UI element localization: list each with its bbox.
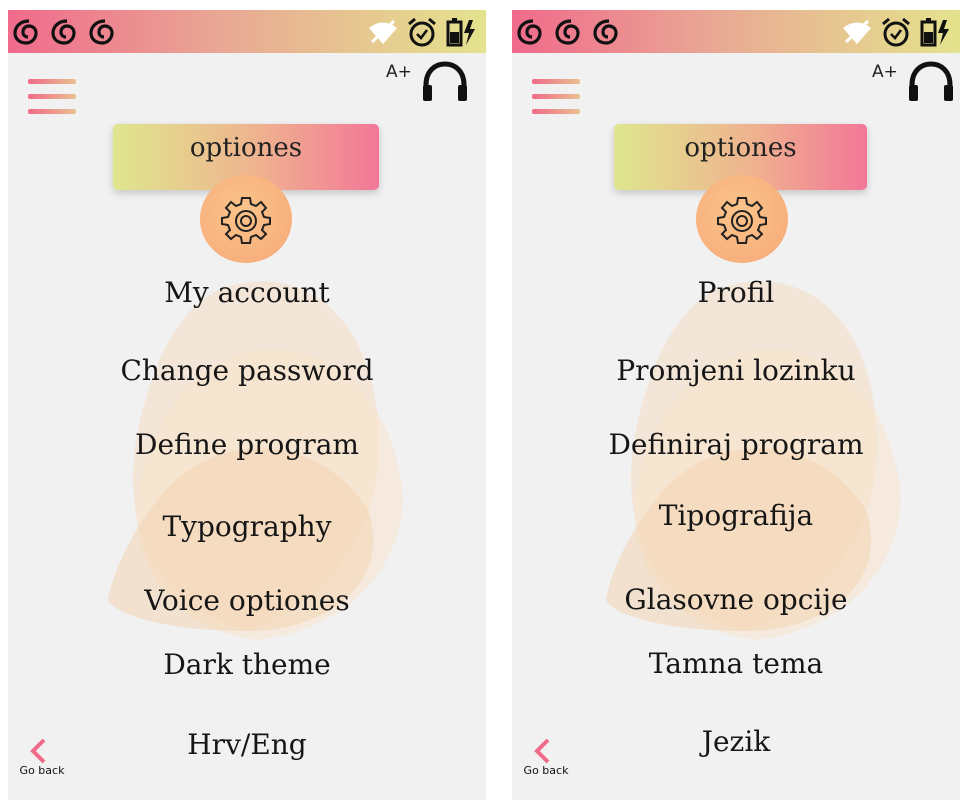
chevron-left-icon [30,738,46,764]
go-back-label: Go back [523,764,569,777]
menu-item-my-account[interactable]: My account [8,276,486,309]
headphones-icon[interactable] [418,59,472,105]
go-back-button[interactable]: Go back [518,736,574,786]
font-size-button[interactable]: A+ [872,62,898,82]
menu-item-language[interactable]: Hrv/Eng [8,728,486,761]
menu-item-voice-options[interactable]: Glasovne opcije [512,583,960,616]
gear-icon [717,197,767,244]
hamburger-menu-icon[interactable] [28,79,76,117]
wifi-off-icon [843,19,871,44]
menu-item-define-program[interactable]: Define program [8,428,486,461]
signal-swirl-icon [517,19,542,45]
go-back-button[interactable]: Go back [14,736,70,786]
alarm-icon [408,17,436,47]
menu-item-typography[interactable]: Tipografija [512,499,960,532]
battery-charging-icon [446,18,475,47]
status-bar [8,10,486,53]
menu-item-dark-theme[interactable]: Tamna tema [512,647,960,680]
menu-item-dark-theme[interactable]: Dark theme [8,648,486,681]
settings-badge [696,175,788,263]
menu-item-define-program[interactable]: Definiraj program [512,428,960,461]
battery-charging-icon [920,18,949,47]
status-bar [512,10,960,53]
gear-icon [221,197,271,244]
hamburger-menu-icon[interactable] [532,79,580,117]
signal-swirl-icon [13,19,38,45]
phone-screen-english: A+ optiones My account Change password D… [8,10,486,800]
menu-item-voice-options[interactable]: Voice optiones [8,584,486,617]
chevron-left-icon [534,738,550,764]
signal-swirl-icon [555,19,580,45]
signal-swirl-icon [593,19,618,45]
menu-item-change-password[interactable]: Change password [8,354,486,387]
menu-item-profile[interactable]: Profil [512,276,960,309]
menu-item-change-password[interactable]: Promjeni lozinku [512,354,960,387]
phone-screen-croatian: A+ optiones Profil Promjeni lozinku Defi… [512,10,960,800]
menu-item-typography[interactable]: Typography [8,510,486,543]
headphones-icon[interactable] [904,59,958,105]
alarm-icon [882,17,910,47]
menu-item-language[interactable]: Jezik [512,725,960,758]
wifi-off-icon [369,19,397,44]
signal-swirl-icon [89,19,114,45]
font-size-button[interactable]: A+ [386,62,412,82]
signal-swirl-icon [51,19,76,45]
go-back-label: Go back [19,764,65,777]
settings-badge [200,175,292,263]
